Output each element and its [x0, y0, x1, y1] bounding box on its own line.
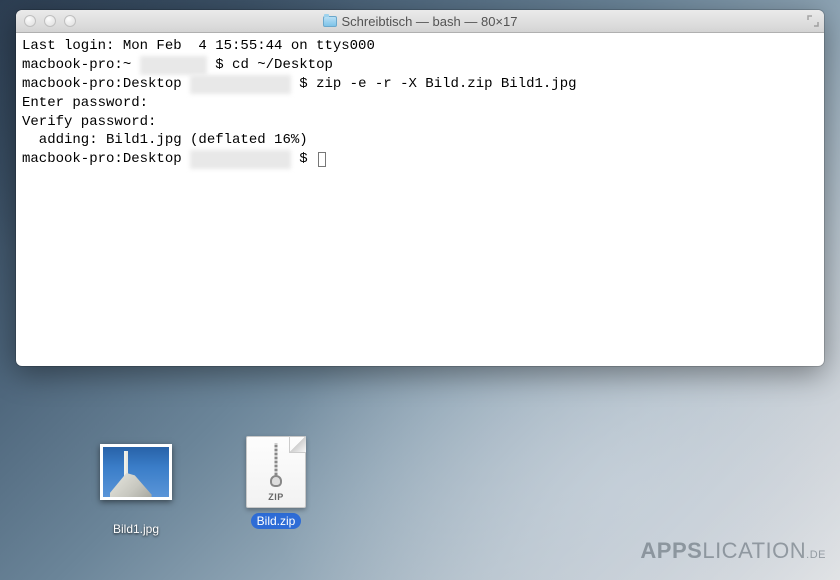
fullscreen-icon[interactable]: [807, 15, 819, 27]
terminal-line: macbook-pro:Desktop xxxxxxxxxxxx $ zip -…: [22, 76, 577, 92]
icon-label: Bild.zip: [251, 513, 302, 529]
close-button[interactable]: [24, 15, 36, 27]
redacted-user: xxxxxxxxxxxx: [190, 150, 291, 169]
terminal-line: macbook-pro:~ xxxxxxxx $ cd ~/Desktop: [22, 57, 333, 73]
zip-badge: ZIP: [268, 492, 284, 502]
traffic-lights: [24, 15, 76, 27]
desktop-icon-bild1-jpg[interactable]: Bild1.jpg: [86, 436, 186, 538]
zip-file-icon: ZIP: [240, 436, 312, 508]
terminal-output[interactable]: Last login: Mon Feb 4 15:55:44 on ttys00…: [16, 33, 824, 173]
window-title: Schreibtisch — bash — 80×17: [16, 14, 824, 29]
zoom-button[interactable]: [64, 15, 76, 27]
terminal-line: Enter password:: [22, 95, 156, 111]
terminal-line: Last login: Mon Feb 4 15:55:44 on ttys00…: [22, 38, 375, 54]
redacted-user: xxxxxxxx: [140, 56, 207, 75]
window-title-text: Schreibtisch — bash — 80×17: [342, 14, 518, 29]
redacted-user: xxxxxxxxxxxx: [190, 75, 291, 94]
minimize-button[interactable]: [44, 15, 56, 27]
icon-label: Bild1.jpg: [107, 521, 165, 537]
jpg-thumbnail-icon: [100, 444, 172, 516]
desktop-icon-bild-zip[interactable]: ZIP Bild.zip: [226, 436, 326, 530]
terminal-line: Verify password:: [22, 114, 165, 130]
terminal-line: adding: Bild1.jpg (deflated 16%): [22, 132, 308, 148]
watermark: APPSLICATION.DE: [640, 538, 826, 564]
window-titlebar[interactable]: Schreibtisch — bash — 80×17: [16, 10, 824, 33]
terminal-line: macbook-pro:Desktop xxxxxxxxxxxx $: [22, 151, 326, 167]
folder-icon: [323, 16, 337, 27]
terminal-window: Schreibtisch — bash — 80×17 Last login: …: [16, 10, 824, 366]
cursor-icon: [318, 152, 326, 167]
